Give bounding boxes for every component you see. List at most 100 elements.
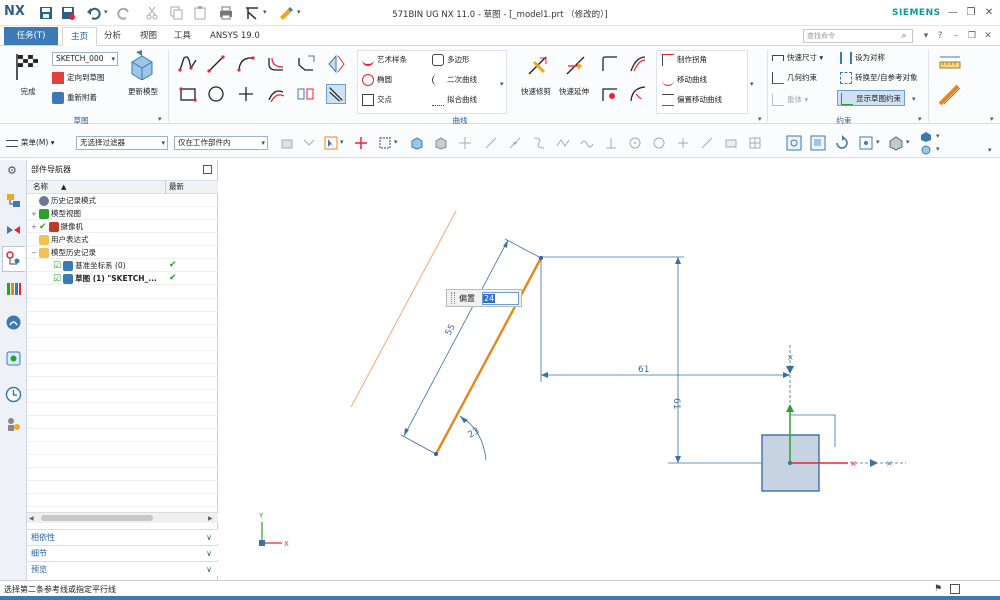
show-constraints-dropdown-icon[interactable]: ▾	[912, 95, 916, 103]
merge-icon[interactable]	[302, 136, 316, 150]
main-menu-button[interactable]: 菜单(M) ▾	[6, 135, 54, 151]
reattach-button[interactable]: 重新附着	[52, 90, 97, 106]
web-browser-icon[interactable]	[5, 314, 22, 331]
body-select-icon[interactable]	[434, 136, 448, 150]
drag-handle-icon[interactable]	[451, 292, 455, 304]
display-options-icon[interactable]	[920, 144, 932, 156]
navigator-maximize-icon[interactable]	[203, 165, 212, 174]
curve-edit-more-icon[interactable]: ▾	[750, 80, 754, 88]
profile-icon[interactable]	[178, 54, 198, 74]
help-icon[interactable]: ?	[934, 30, 946, 42]
snap-settings-icon[interactable]	[280, 136, 294, 150]
polygon-button[interactable]: 多边形	[432, 52, 470, 68]
search-icon[interactable]: ⌕	[898, 30, 910, 42]
solid-select-icon[interactable]	[410, 136, 424, 150]
visibility-checkbox[interactable]: ✔	[39, 222, 47, 232]
graphics-window[interactable]: 55 61 61 23 × × × Y X 偏置 24	[218, 160, 1000, 580]
derived-lines-icon[interactable]	[326, 84, 346, 104]
offset-line[interactable]	[434, 257, 543, 455]
fit-curve-button[interactable]: 拟合曲线	[432, 92, 477, 108]
snap-on-curve-icon[interactable]	[700, 136, 714, 150]
update-model-label[interactable]: 更新模型	[124, 86, 162, 97]
rotate-icon[interactable]	[834, 135, 850, 151]
doc-close-icon[interactable]: ✕	[982, 30, 994, 42]
chamfer-icon[interactable]	[296, 54, 316, 74]
pattern-curve-icon[interactable]	[296, 84, 316, 104]
preview-panel[interactable]: 预览	[27, 561, 218, 577]
close-icon[interactable]: ✕	[982, 6, 996, 20]
make-corner-icon[interactable]	[600, 54, 620, 74]
part-navigator-icon[interactable]	[5, 250, 22, 267]
ribbon-overflow-icon[interactable]: ▾	[990, 115, 994, 123]
edge-display-dropdown-icon[interactable]: ▾	[936, 132, 940, 140]
studio-spline-button[interactable]: 艺术样条	[362, 52, 407, 68]
scroll-left-icon[interactable]: ◀	[29, 515, 34, 522]
selection-scope-select[interactable]: 仅在工作部件内	[174, 136, 268, 150]
tree-row[interactable]: 历史记录模式	[27, 194, 218, 207]
snap-spline-icon[interactable]	[580, 136, 594, 150]
circle-icon[interactable]	[206, 84, 226, 104]
snap-curve-icon[interactable]	[532, 136, 546, 150]
make-corner-button[interactable]: 制作拐角	[662, 52, 707, 68]
snap-center-icon[interactable]	[628, 136, 642, 150]
angle-text[interactable]: 23	[467, 426, 482, 440]
fit-view-icon[interactable]	[786, 135, 802, 151]
sketch-ruler-icon[interactable]	[938, 54, 962, 76]
delete-curve-icon[interactable]	[600, 84, 620, 104]
restore-icon[interactable]: ❐	[964, 6, 978, 20]
dim-55-line[interactable]	[403, 239, 509, 437]
move-icon[interactable]	[458, 136, 472, 150]
scroll-right-icon[interactable]: ▶	[208, 515, 213, 522]
over-constrained-button[interactable]: 重体 ▾	[772, 92, 808, 108]
edge-display-icon[interactable]	[920, 131, 932, 143]
selection-filter-select[interactable]: 无选择过滤器	[76, 136, 168, 150]
process-studio-icon[interactable]	[5, 350, 22, 367]
orient-to-sketch-button[interactable]: 定向到草图	[52, 70, 105, 86]
history-icon[interactable]	[5, 386, 22, 403]
curve-gallery-more-icon[interactable]: ▾	[500, 80, 504, 88]
offset-curve-icon[interactable]	[266, 84, 286, 104]
finish-sketch-label[interactable]: 完成	[12, 86, 44, 97]
dim-55-text[interactable]: 55	[444, 323, 458, 338]
sketch-canvas[interactable]: 55 61 61 23 × × × Y X	[218, 160, 1000, 580]
select-dropdown-icon[interactable]: ▾	[340, 138, 344, 146]
snap-existing-point-icon[interactable]	[676, 136, 690, 150]
offset-value-input[interactable]: 24	[482, 292, 519, 305]
conic-button[interactable]: 二次曲线	[432, 72, 477, 88]
quick-extend-icon[interactable]	[564, 54, 588, 78]
quick-extend-label[interactable]: 快速延伸	[552, 86, 596, 97]
tree-row[interactable]: − 模型历史记录	[27, 246, 218, 259]
tab-home[interactable]: 主页	[62, 27, 98, 46]
fillet-icon[interactable]	[266, 54, 286, 74]
reference-line[interactable]	[350, 210, 457, 408]
snap-face-icon[interactable]	[724, 136, 738, 150]
toolbar-overflow-icon[interactable]: ▾	[988, 146, 992, 154]
dim-vertical-text[interactable]: 61	[671, 398, 681, 409]
render-style-dropdown-icon[interactable]: ▾	[906, 138, 910, 146]
resize-curve-icon[interactable]	[628, 84, 648, 104]
horizontal-scrollbar[interactable]: ◀ ▶	[27, 512, 218, 523]
tab-ansys[interactable]: ANSYS 19.0	[202, 27, 268, 46]
point-icon[interactable]	[236, 84, 256, 104]
column-name-header[interactable]: 名称	[33, 181, 48, 193]
tree-row[interactable]: + ✔ 摄像机	[27, 220, 218, 233]
visibility-checkbox[interactable]: ☑	[53, 261, 61, 271]
dependencies-panel[interactable]: 相依性	[27, 529, 218, 545]
rapid-dimension-button[interactable]: 快速尺寸 ▾	[772, 50, 823, 66]
update-model-icon[interactable]	[128, 50, 156, 80]
command-search-input[interactable]: 查找命令	[803, 29, 913, 43]
tree-row[interactable]: ☑ 草图 (1) "SKETCH_... ✔	[27, 272, 218, 285]
sort-ascending-icon[interactable]: ▲	[61, 181, 66, 193]
tree-row[interactable]: ☑ 基准坐标系 (0) ✔	[27, 259, 218, 272]
orient-view-icon[interactable]	[858, 135, 874, 151]
dim-horizontal-text[interactable]: 61	[638, 365, 649, 375]
arc-icon[interactable]	[236, 54, 256, 74]
snap-control-icon[interactable]	[556, 136, 570, 150]
geometric-constraints-button[interactable]: 几何约束	[772, 70, 817, 86]
reuse-library-icon[interactable]	[5, 280, 22, 297]
mirror-curve-icon[interactable]	[326, 54, 346, 74]
doc-restore-icon[interactable]: ❐	[966, 30, 978, 42]
status-window-icon[interactable]	[950, 584, 960, 594]
offset-move-curve-button[interactable]: 偏置移动曲线	[662, 92, 722, 108]
column-latest-header[interactable]: 最新	[169, 181, 184, 193]
